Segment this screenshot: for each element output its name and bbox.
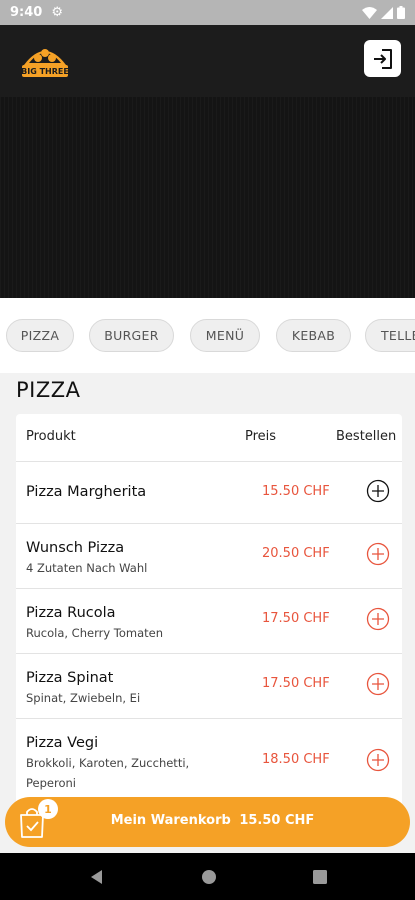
tab-teller[interactable]: TELLE (365, 319, 415, 352)
product-price: 20.50 CHF (262, 546, 330, 561)
add-button[interactable] (366, 542, 390, 566)
signal-icon (381, 6, 393, 19)
product-price: 15.50 CHF (262, 484, 330, 499)
section-title: PIZZA (16, 378, 81, 402)
tab-menu[interactable]: MENÜ (190, 319, 260, 352)
status-time: 9:40 (10, 5, 43, 20)
system-nav-bar (0, 853, 415, 900)
add-circle-icon (366, 748, 390, 772)
header-order: Bestellen (336, 429, 397, 444)
status-bar: 9:40 ⚙ (0, 0, 415, 25)
cart-button[interactable]: 1 Mein Warenkorb 15.50 CHF (5, 797, 410, 847)
svg-text:BIG THREE: BIG THREE (21, 67, 69, 76)
table-row: Pizza Rucola Rucola, Cherry Tomaten 17.5… (16, 589, 402, 654)
cart-total: 15.50 CHF (239, 813, 315, 828)
table-row: Pizza Vegi Brokkoli, Karoten, Zucchetti,… (16, 719, 402, 806)
tab-pizza[interactable]: PIZZA (6, 319, 74, 352)
cart-label: Mein Warenkorb 15.50 CHF (5, 813, 410, 828)
product-description: Spinat, Zwiebeln, Ei (26, 691, 141, 705)
product-name: Pizza Margherita (26, 484, 147, 500)
product-table: Produkt Preis Bestellen Pizza Margherita… (16, 414, 402, 806)
product-description: Brokkoli, Karoten, Zucchetti, Peperoni (26, 756, 190, 790)
tab-burger[interactable]: BURGER (89, 319, 174, 352)
product-name: Pizza Vegi (26, 735, 99, 751)
header-product: Produkt (26, 429, 76, 444)
table-row: Pizza Margherita 15.50 CHF (16, 462, 402, 524)
add-circle-icon (366, 542, 390, 566)
product-name: Pizza Spinat (26, 670, 114, 686)
app-header: BIG THREE (0, 25, 415, 97)
header-price: Preis (245, 429, 277, 444)
home-icon[interactable] (201, 869, 217, 885)
add-button[interactable] (366, 748, 390, 772)
product-price: 17.50 CHF (262, 676, 330, 691)
table-header: Produkt Preis Bestellen (16, 414, 402, 462)
product-price: 17.50 CHF (262, 611, 330, 626)
recents-icon[interactable] (312, 869, 327, 884)
product-name: Pizza Rucola (26, 605, 116, 621)
product-description: 4 Zutaten Nach Wahl (26, 561, 148, 575)
product-price: 18.50 CHF (262, 752, 330, 767)
category-tabs: PIZZA BURGER MENÜ KEBAB TELLE (0, 298, 415, 373)
product-name: Wunsch Pizza (26, 540, 125, 556)
battery-icon (397, 6, 405, 19)
table-row: Wunsch Pizza 4 Zutaten Nach Wahl 20.50 C… (16, 524, 402, 589)
status-icons (362, 6, 405, 19)
logout-button[interactable] (364, 40, 401, 77)
add-circle-icon (366, 479, 390, 503)
table-row: Pizza Spinat Spinat, Zwiebeln, Ei 17.50 … (16, 654, 402, 719)
hero-banner (0, 97, 415, 298)
add-button[interactable] (366, 672, 390, 696)
back-icon[interactable] (89, 869, 105, 885)
big-three-logo[interactable]: BIG THREE (18, 41, 72, 81)
logout-icon (373, 48, 392, 69)
wifi-icon (362, 6, 377, 19)
add-button[interactable] (366, 607, 390, 631)
add-button[interactable] (366, 479, 390, 503)
add-circle-icon (366, 607, 390, 631)
tab-kebab[interactable]: KEBAB (276, 319, 351, 352)
product-description: Rucola, Cherry Tomaten (26, 626, 164, 640)
add-circle-icon (366, 672, 390, 696)
gear-icon: ⚙ (51, 5, 63, 20)
cart-title: Mein Warenkorb (110, 813, 231, 828)
